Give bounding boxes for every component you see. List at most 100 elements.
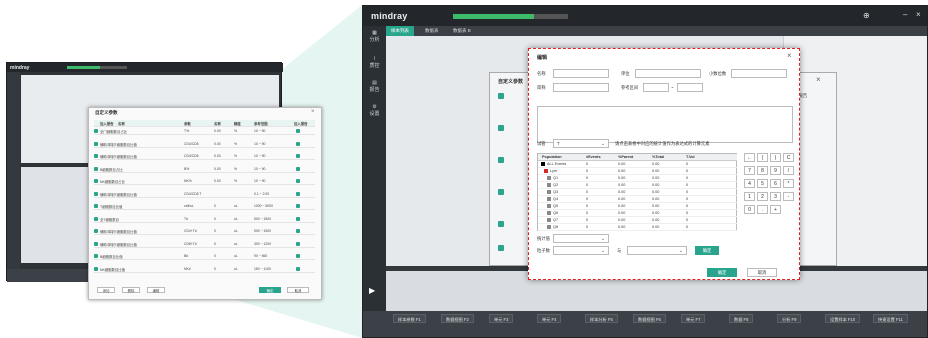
population-row[interactable]: Q6 0 0.00 0.00 0 [538, 210, 737, 217]
status-button-7[interactable]: 单元 F7 [681, 314, 706, 323]
keypad-5[interactable]: 5 [757, 179, 768, 188]
keypad-3[interactable]: 3 [770, 192, 781, 201]
checkbox[interactable] [94, 241, 98, 246]
keypad-multiply[interactable]: * [783, 179, 794, 188]
edit-button[interactable]: 编辑 [147, 287, 165, 293]
cancel-button[interactable]: 取消 [287, 287, 309, 293]
add-button[interactable]: 添加 [97, 287, 115, 293]
keypad-9[interactable]: 9 [770, 166, 781, 175]
report-checkbox[interactable] [296, 216, 300, 221]
keypad-clear[interactable]: C [783, 153, 794, 162]
report-checkbox[interactable] [296, 129, 300, 133]
report-checkbox[interactable] [296, 179, 300, 183]
status-button-5[interactable]: 样本分析 F5 [585, 314, 618, 323]
play-icon[interactable]: ▶ [369, 286, 379, 296]
sidebar-item-report[interactable]: ▤ 报告 [366, 80, 383, 94]
table-row[interactable]: B细胞数目占比 B% 0.00% 10 ~ 90 [94, 166, 315, 173]
keypad-close-paren[interactable]: ) [770, 153, 781, 162]
population-row[interactable]: Q3 0 0.00 0.00 0 [538, 189, 737, 196]
tab-data-table[interactable]: 数据表 [420, 26, 444, 36]
keypad-6[interactable]: 6 [770, 179, 781, 188]
status-button-3[interactable]: 单元 F3 [489, 314, 514, 323]
table-row[interactable]: 辅助/抑制T细胞数目比值 CD4/CD8 T 0.1 ~ 2.00 [94, 191, 315, 198]
table-row[interactable]: 辅助/抑制T细胞数目比值 CD4/CD8 0.00% 10 ~ 90 [94, 141, 315, 148]
close-window-icon[interactable]: × [916, 10, 921, 19]
table-row[interactable]: 全T细胞数目 T# 0 uL 500 ~ 1500 [94, 216, 315, 223]
report-checkbox[interactable] [296, 241, 300, 246]
population-row[interactable]: Lym 0 0.00 0.00 0 [538, 168, 737, 175]
report-checkbox[interactable] [296, 204, 300, 208]
checkbox[interactable] [498, 245, 504, 251]
population-row[interactable]: Q5 0 0.00 0.00 0 [538, 203, 737, 210]
keypad-backspace[interactable]: ← [744, 153, 755, 162]
checkbox[interactable] [498, 157, 504, 163]
report-checkbox[interactable] [296, 254, 300, 258]
keypad-plus[interactable]: + [770, 205, 781, 214]
minimize-icon[interactable]: – [903, 10, 907, 19]
table-row[interactable]: NK细胞数目占比 NK% 0.00% 10 ~ 90 [94, 178, 315, 185]
checkbox[interactable] [94, 216, 98, 221]
tube-select[interactable]: T ⌄ [553, 139, 609, 148]
checkbox[interactable] [94, 204, 98, 208]
checkbox[interactable] [94, 191, 98, 196]
keypad-2[interactable]: 2 [757, 192, 768, 201]
keypad-dot[interactable]: . [757, 205, 768, 214]
status-button-2[interactable]: 数据视图 F2 [441, 314, 474, 323]
decimals-input[interactable] [731, 69, 787, 78]
keypad-4[interactable]: 4 [744, 179, 755, 188]
checkbox[interactable] [498, 93, 504, 99]
status-button-10[interactable]: 设置样本 F10 [825, 314, 861, 323]
keypad-8[interactable]: 8 [757, 166, 768, 175]
sidebar-item-settings[interactable]: ⚙ 设置 [366, 104, 383, 118]
tab-data-table-b[interactable]: 数据表 B [448, 26, 476, 36]
close-icon[interactable]: × [787, 51, 792, 60]
population-row[interactable]: Q2 0 0.00 0.00 0 [538, 182, 737, 189]
table-row[interactable]: B细胞数目比值 B# 0 uL 90 ~ 560 [94, 253, 315, 260]
keypad-7[interactable]: 7 [744, 166, 755, 175]
population-row[interactable]: Q4 0 0.00 0.00 0 [538, 196, 737, 203]
confirm-small-button[interactable]: 确定 [695, 246, 719, 255]
status-button-8[interactable]: 数据 F8 [729, 314, 754, 323]
keypad-1[interactable]: 1 [744, 192, 755, 201]
status-button-4[interactable]: 单元 F4 [537, 314, 562, 323]
user-icon[interactable]: ⊕ [863, 11, 870, 20]
population-row[interactable]: Q1 0 0.00 0.00 0 [538, 175, 737, 182]
status-button-9[interactable]: 分析 F9 [777, 314, 802, 323]
table-row[interactable]: NK细胞数目比值 NK# 0 uL 150 ~ 1100 [94, 266, 315, 273]
keypad-divide[interactable]: / [783, 166, 794, 175]
checkbox[interactable] [94, 179, 98, 183]
report-checkbox[interactable] [296, 229, 300, 233]
report-checkbox[interactable] [296, 266, 300, 271]
name-input[interactable] [553, 69, 609, 78]
ok-button[interactable]: 确定 [259, 287, 281, 293]
checkbox[interactable] [94, 129, 98, 133]
checkbox[interactable] [94, 166, 98, 171]
table-row[interactable]: 全门细胞数目占比 T% 0.00% 10 ~ 90 [94, 128, 315, 135]
status-button-1[interactable]: 样本参数 F1 [393, 314, 426, 323]
status-button-6[interactable]: 数据视图 F6 [633, 314, 666, 323]
report-checkbox[interactable] [296, 141, 300, 146]
ref-min-input[interactable] [643, 83, 669, 92]
status-button-11[interactable]: 快速设置 F11 [873, 314, 908, 323]
checkbox[interactable] [94, 141, 98, 146]
checkbox[interactable] [94, 266, 98, 271]
abbr-input[interactable] [553, 83, 609, 92]
sidebar-item-analysis[interactable]: ▦ 分析 [366, 30, 383, 44]
table-row[interactable]: 辅助/抑制T细胞数目比值 CD4+T# 0 uL 500 ~ 1500 [94, 228, 315, 235]
checkbox[interactable] [498, 189, 504, 195]
population-row[interactable]: ALL Events 0 0.00 0.00 0 [538, 161, 737, 168]
keypad-0[interactable]: 0 [744, 205, 755, 214]
table-row[interactable]: 辅助/抑制T细胞数目比值 CD8+T# 0 uL 300 ~ 1200 [94, 241, 315, 248]
close-icon[interactable]: × [311, 109, 315, 115]
sidebar-item-qc[interactable]: ⌇ 质控 [366, 56, 383, 70]
table-row[interactable]: 辅助/抑制T细胞数目比值 CD4/CD8 0.00% 10 ~ 90 [94, 153, 315, 160]
ref-max-input[interactable] [677, 83, 703, 92]
checkbox[interactable] [94, 229, 98, 233]
delete-button[interactable]: 删除 [122, 287, 140, 293]
particle-select[interactable]: ⌄ [553, 246, 609, 255]
keypad-open-paren[interactable]: ( [757, 153, 768, 162]
population-row[interactable]: Q7 0 0.00 0.00 0 [538, 217, 737, 224]
cancel-button[interactable]: 取消 [747, 268, 777, 277]
checkbox[interactable] [498, 221, 504, 227]
tab-sample-list[interactable]: 样本列表 [386, 26, 414, 36]
